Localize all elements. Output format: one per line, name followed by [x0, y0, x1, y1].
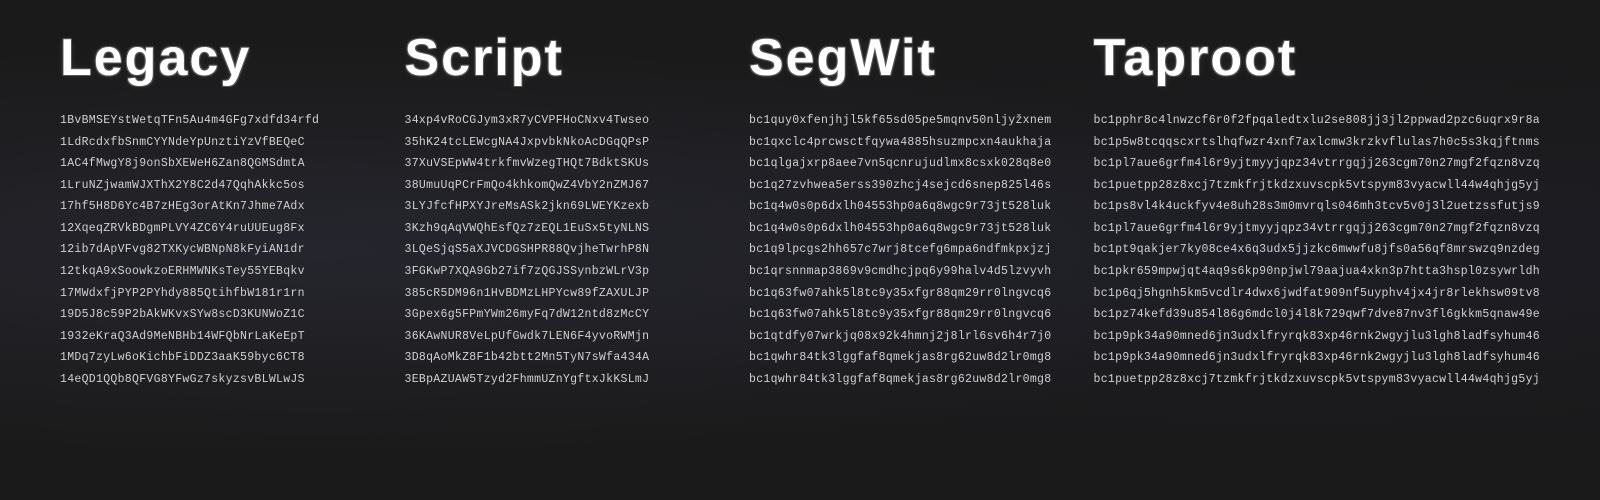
- address-item[interactable]: 14eQD1QQb8QFVG8YFwGz7skyzsvBLWLwJS: [60, 370, 365, 390]
- address-item[interactable]: 37XuVSEpWW4trkfmvWzegTHQt7BdktSKUs: [405, 154, 710, 174]
- address-item[interactable]: bc1ps8vl4k4uckfyv4e8uh28s3m0mvrqls046mh3…: [1094, 197, 1540, 217]
- address-item[interactable]: bc1qxclc4prcwsctfqywa4885hsuzmpcxn4aukha…: [749, 133, 1054, 153]
- address-item[interactable]: bc1qwhr84tk3lggfaf8qmekjas8rg62uw8d2lr0m…: [749, 348, 1054, 368]
- address-item[interactable]: 1932eKraQ3Ad9MeNBHb14WFQbNrLaKeEpT: [60, 327, 365, 347]
- address-item[interactable]: bc1qwhr84tk3lggfaf8qmekjas8rg62uw8d2lr0m…: [749, 370, 1054, 390]
- address-item[interactable]: 3EBpAZUAW5Tzyd2FhmmUZnYgftxJkKSLmJ: [405, 370, 710, 390]
- address-item[interactable]: 17MWdxfjPYP2PYhdy885QtihfbW181r1rn: [60, 284, 365, 304]
- address-item[interactable]: bc1q4w0s0p6dxlh04553hp0a6q8wgc9r73jt528l…: [749, 219, 1054, 239]
- address-item[interactable]: bc1q63fw07ahk5l8tc9y35xfgr88qm29rr0lngvc…: [749, 284, 1054, 304]
- page-wrapper: Legacy 1BvBMSEYstWetqTFn5Au4m4GFg7xdfd34r…: [0, 0, 1600, 419]
- column-legacy: Legacy 1BvBMSEYstWetqTFn5Au4m4GFg7xdfd34r…: [40, 30, 385, 389]
- address-item[interactable]: 12ib7dApVFvg82TXKycWBNpN8kFyiAN1dr: [60, 240, 365, 260]
- address-item[interactable]: 12tkqA9xSoowkzoERHMWNKsTey55YEBqkv: [60, 262, 365, 282]
- address-item[interactable]: bc1quy0xfenjhjl5kf65sd05pe5mqnv50nljyžxn…: [749, 111, 1054, 131]
- column-segwit: SegWit bc1quy0xfenjhjl5kf65sd05pe5mqnv50n…: [729, 30, 1074, 389]
- column-script: Script 34xp4vRoCGJym3xR7yCVPFHoCNxv4Twseo…: [385, 30, 730, 389]
- address-item[interactable]: bc1puetpp28z8xcj7tzmkfrjtkdzxuvscpk5vtsp…: [1094, 370, 1540, 390]
- address-item[interactable]: bc1q9lpcgs2hh657c7wrj8tcefg6mpa6ndfmkpxj…: [749, 240, 1054, 260]
- address-item[interactable]: 3LQeSjqS5aXJVCDGSHPR88QvjheTwrhP8N: [405, 240, 710, 260]
- address-item[interactable]: bc1q63fw07ahk5l8tc9y35xfgr88qm29rr0lngvc…: [749, 305, 1054, 325]
- address-item[interactable]: bc1q4w0s0p6dxlh04553hp0a6q8wgc9r73jt528l…: [749, 197, 1054, 217]
- address-list-segwit: bc1quy0xfenjhjl5kf65sd05pe5mqnv50nljyžxn…: [749, 111, 1054, 389]
- address-item[interactable]: bc1qtdfy07wrkjq08x92k4hmnj2j8lrl6sv6h4r7…: [749, 327, 1054, 347]
- address-item[interactable]: 36KAwNUR8VeLpUfGwdk7LEN6F4yvoRWMjn: [405, 327, 710, 347]
- address-item[interactable]: 1BvBMSEYstWetqTFn5Au4m4GFg7xdfd34rfd: [60, 111, 365, 131]
- address-item[interactable]: bc1qlgajxrp8aee7vn5qcnrujudlmx8csxk028q8…: [749, 154, 1054, 174]
- address-item[interactable]: bc1pt9qakjer7ky08ce4x6q3udx5jjzkc6mwwfu8…: [1094, 240, 1540, 260]
- address-item[interactable]: bc1pl7aue6grfm4l6r9yjtmyyjqpz34vtrrgqjj2…: [1094, 154, 1540, 174]
- address-item[interactable]: 3LYJfcfHPXYJreMsASk2jkn69LWEYKzexb: [405, 197, 710, 217]
- address-item[interactable]: 1LruNZjwamWJXThX2Y8C2d47QqhAkkc5os: [60, 176, 365, 196]
- address-item[interactable]: bc1p9pk34a90mned6jn3udxlfryrqk83xp46rnk2…: [1094, 348, 1540, 368]
- address-item[interactable]: 38UmuUqPCrFmQo4khkomQwZ4VbY2nZMJ67: [405, 176, 710, 196]
- address-item[interactable]: 385cR5DM96n1HvBDMzLHPYcw89fZAXULJP: [405, 284, 710, 304]
- address-item[interactable]: bc1puetpp28z8xcj7tzmkfrjtkdzxuvscpk5vtsp…: [1094, 176, 1540, 196]
- address-item[interactable]: bc1p9pk34a90mned6jn3udxlfryrqk83xp46rnk2…: [1094, 327, 1540, 347]
- address-list-legacy: 1BvBMSEYstWetqTFn5Au4m4GFg7xdfd34rfd1LdR…: [60, 111, 365, 389]
- address-item[interactable]: 35hK24tcLEWcgNA4JxpvbkNkoAcDGqQPsP: [405, 133, 710, 153]
- address-item[interactable]: 1MDq7zyLw6oKichbFiDDZ3aaK59byc6CT8: [60, 348, 365, 368]
- address-item[interactable]: bc1pphr8c4lnwzcf6r0f2fpqaledtxlu2se808jj…: [1094, 111, 1540, 131]
- address-item[interactable]: 3Kzh9qAqVWQhEsfQz7zEQL1EuSx5tyNLNS: [405, 219, 710, 239]
- column-title-taproot: Taproot: [1094, 30, 1540, 87]
- address-item[interactable]: bc1pz74kefd39u854l86g6mdcl0j4l8k729qwf7d…: [1094, 305, 1540, 325]
- address-item[interactable]: 1AC4fMwgY8j9onSbXEWeH6Zan8QGMSdmtA: [60, 154, 365, 174]
- address-item[interactable]: 12XqeqZRVkBDgmPLVY4ZC6Y4ruUUEug8Fx: [60, 219, 365, 239]
- address-item[interactable]: bc1pkr659mpwjqt4aq9s6kp90npjwl79aajua4xk…: [1094, 262, 1540, 282]
- address-item[interactable]: bc1p5w8tcqqscxrtslhqfwzr4xnf7axlcmw3krzk…: [1094, 133, 1540, 153]
- address-list-taproot: bc1pphr8c4lnwzcf6r0f2fpqaledtxlu2se808jj…: [1094, 111, 1540, 389]
- address-item[interactable]: bc1q27zvhwea5erss390zhcj4sejcd6snep825l4…: [749, 176, 1054, 196]
- address-item[interactable]: 3FGKwP7XQA9Gb27if7zQGJSSynbzWLrV3p: [405, 262, 710, 282]
- column-taproot: Taproot bc1pphr8c4lnwzcf6r0f2fpqaledtxlu2…: [1074, 30, 1560, 389]
- address-item[interactable]: bc1qrsnnmap3869v9cmdhcjpq6y99halv4d5lzvy…: [749, 262, 1054, 282]
- address-list-script: 34xp4vRoCGJym3xR7yCVPFHoCNxv4Twseo35hK24…: [405, 111, 710, 389]
- column-title-legacy: Legacy: [60, 30, 365, 87]
- address-item[interactable]: 3D8qAoMkZ8F1b42btt2Mn5TyN7sWfa434A: [405, 348, 710, 368]
- address-item[interactable]: 3Gpex6g5FPmYWm26myFq7dW12ntd8zMcCY: [405, 305, 710, 325]
- address-item[interactable]: 17hf5H8D6Yc4B7zHEg3orAtKn7Jhme7Adx: [60, 197, 365, 217]
- address-item[interactable]: 19D5J8c59P2bAkWKvxSYw8scD3KUNWoZ1C: [60, 305, 365, 325]
- column-title-segwit: SegWit: [749, 30, 1054, 87]
- address-item[interactable]: 34xp4vRoCGJym3xR7yCVPFHoCNxv4Twseo: [405, 111, 710, 131]
- column-title-script: Script: [405, 30, 710, 87]
- address-item[interactable]: bc1pl7aue6grfm4l6r9yjtmyyjqpz34vtrrgqjj2…: [1094, 219, 1540, 239]
- address-item[interactable]: bc1p6qj5hgnh5km5vcdlr4dwx6jwdfat909nf5uy…: [1094, 284, 1540, 304]
- address-item[interactable]: 1LdRcdxfbSnmCYYNdeYpUnztiYzVfBEQeC: [60, 133, 365, 153]
